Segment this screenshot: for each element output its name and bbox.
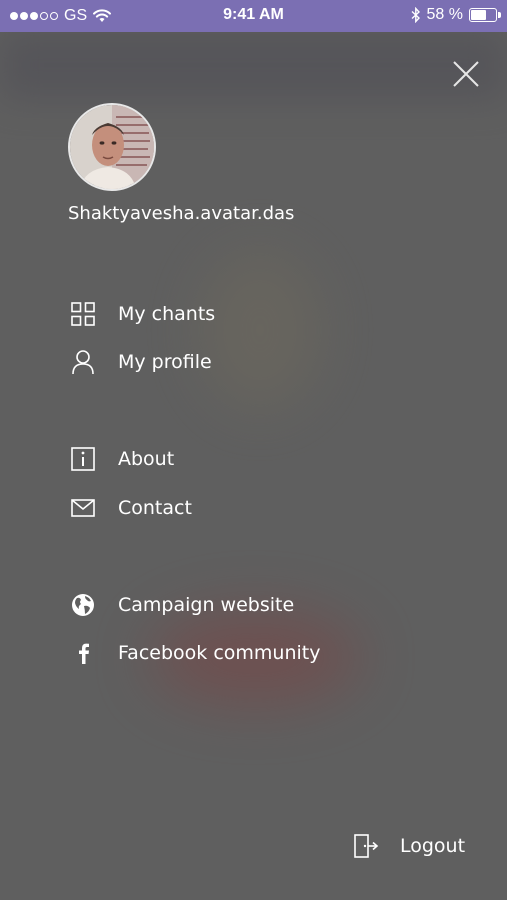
menu-item-contact[interactable]: Contact bbox=[68, 492, 192, 524]
menu-label-logout: Logout bbox=[400, 835, 466, 857]
mail-icon bbox=[68, 493, 98, 523]
background-blur-shape bbox=[200, 250, 320, 410]
battery-level bbox=[471, 10, 487, 20]
background-blur-top bbox=[0, 30, 507, 100]
avatar-image bbox=[70, 105, 154, 189]
menu-label-contact: Contact bbox=[118, 497, 192, 519]
avatar[interactable] bbox=[68, 103, 156, 191]
status-bar: GS 9:41 AM 58 % bbox=[0, 0, 507, 32]
facebook-icon bbox=[68, 638, 98, 668]
menu-label-my-chants: My chants bbox=[118, 303, 216, 325]
menu-item-my-profile[interactable]: My profile bbox=[68, 346, 212, 378]
info-icon bbox=[68, 444, 98, 474]
battery-percentage: 58 % bbox=[426, 6, 463, 23]
menu-item-my-chants[interactable]: My chants bbox=[68, 298, 215, 330]
username: Shaktyavesha.avatar.das bbox=[68, 203, 295, 224]
menu-item-about[interactable]: About bbox=[68, 443, 174, 475]
logout-icon bbox=[350, 831, 380, 861]
menu-label-facebook-community: Facebook community bbox=[118, 642, 321, 664]
close-button[interactable] bbox=[446, 56, 482, 92]
menu-item-campaign-website[interactable]: Campaign website bbox=[68, 589, 294, 621]
status-bar-right: 58 % bbox=[411, 6, 501, 24]
menu-label-about: About bbox=[118, 448, 175, 470]
menu-item-facebook-community[interactable]: Facebook community bbox=[68, 637, 320, 669]
menu-label-my-profile: My profile bbox=[118, 351, 212, 373]
logout-button[interactable]: Logout bbox=[350, 830, 465, 862]
user-icon bbox=[68, 347, 98, 377]
globe-icon bbox=[68, 590, 98, 620]
grid-icon bbox=[68, 299, 98, 329]
bluetooth-icon bbox=[411, 7, 420, 23]
battery-icon bbox=[469, 8, 501, 22]
battery-tip bbox=[498, 12, 501, 18]
menu-label-campaign-website: Campaign website bbox=[118, 594, 295, 616]
close-icon bbox=[453, 61, 479, 87]
